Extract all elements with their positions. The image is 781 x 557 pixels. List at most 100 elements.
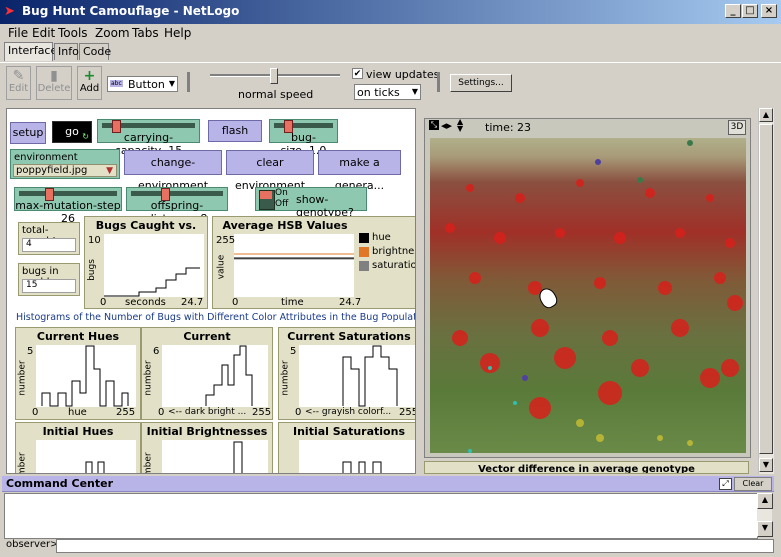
tab-info[interactable]: Info	[54, 43, 79, 60]
menu-tools[interactable]: Tools	[58, 26, 88, 40]
initial-brightnesses-plot[interactable]: Initial Brightnesses number	[141, 422, 273, 473]
legend-swatch	[359, 233, 369, 243]
histogram-caption: Histograms of the Number of Bugs with Di…	[16, 312, 416, 323]
plot-area	[36, 440, 136, 473]
scroll-down-button[interactable]: ▼	[757, 521, 773, 537]
menu-zoom[interactable]: Zoom	[95, 26, 130, 40]
bugs-caught-plot[interactable]: Bugs Caught vs. Ti... 10 bugs 0 seconds …	[84, 216, 208, 309]
plot-area	[299, 345, 415, 407]
plot-area	[104, 234, 204, 297]
environment-value: poppyfield.jpg ▼	[13, 164, 117, 177]
minimize-button[interactable]: _	[725, 4, 741, 18]
show-genotype-switch[interactable]: On Off show-genotype?	[255, 187, 367, 219]
chevron-down-icon: ▼	[168, 79, 175, 88]
max-mutation-step-slider[interactable]: max-mutation-step 26	[14, 187, 122, 225]
output-scrollbar[interactable]: ▲ ▼	[757, 493, 773, 537]
window-title: Bug Hunt Camouflage - NetLogo	[22, 4, 240, 18]
current-hues-plot[interactable]: Current Hues 5 number 0 hue 255	[15, 327, 141, 420]
chevron-down-icon: ▼	[411, 87, 418, 96]
poppyfield-image[interactable]	[430, 138, 746, 453]
trash-icon: ▮	[50, 68, 58, 84]
edit-button[interactable]: ✎ Edit	[6, 66, 31, 100]
tab-strip: Interface Info Code	[0, 42, 781, 62]
menu-edit[interactable]: Edit	[32, 26, 55, 40]
hues-histogram	[41, 345, 129, 407]
observer-prompt[interactable]: observer>	[6, 539, 59, 550]
initial-hues-plot[interactable]: Initial Hues number	[15, 422, 141, 473]
clear-button[interactable]: Clear	[734, 477, 772, 491]
flash-button[interactable]: flash	[208, 120, 262, 142]
expand-icon[interactable]: ⤢	[719, 478, 732, 490]
menu-tabs[interactable]: Tabs	[132, 26, 159, 40]
speed-slider-knob[interactable]	[270, 68, 278, 84]
interface-panel: setup go ↻ carrying-capacity 15 flash bu…	[6, 108, 416, 474]
make-generation-button[interactable]: make a genera...	[318, 150, 401, 192]
maximize-button[interactable]: □	[742, 4, 758, 18]
tab-code[interactable]: Code	[79, 43, 111, 60]
plot-area	[299, 440, 415, 473]
current-saturations-plot[interactable]: Current Saturations 5 number 0 <-- grayi…	[278, 327, 415, 420]
plot-area	[162, 345, 268, 407]
plus-icon: +	[83, 68, 96, 84]
view-updates-checkbox[interactable]: ✔	[352, 68, 363, 79]
netlogo-logo-icon: ➤	[4, 4, 15, 19]
legend-swatch	[359, 261, 369, 271]
carrying-capacity-slider[interactable]: carrying-capacity 15	[97, 119, 200, 157]
interface-scrollbar[interactable]: ▲ ▼	[758, 108, 774, 474]
vector-difference-plot-title: Vector difference in average genotype	[424, 461, 749, 474]
bugs-caught-line	[104, 267, 200, 297]
initial-saturations-plot[interactable]: Initial Saturations	[278, 422, 415, 473]
offspring-distance-slider[interactable]: offspring-distance 8	[126, 187, 228, 225]
go-button[interactable]: go ↻	[52, 121, 92, 143]
hsb-lines	[234, 253, 354, 260]
pencil-icon: ✎	[12, 68, 25, 84]
current-brightnesses-plot[interactable]: Current Brightnesses 6 number 0 <-- dark…	[141, 327, 273, 420]
menu-file[interactable]: File	[8, 26, 28, 40]
command-center-header: Command Center ⤢ Clear	[2, 476, 774, 492]
add-button[interactable]: + Add	[77, 66, 102, 100]
bug-size-slider[interactable]: bug-size 1.0	[269, 119, 338, 157]
average-hsb-plot[interactable]: Average HSB Values 255 value 0 time 24.7…	[212, 216, 415, 309]
total-caught-monitor: total-caught 4	[18, 222, 80, 255]
settings-button[interactable]: Settings...	[450, 74, 512, 92]
environment-chooser[interactable]: environment poppyfield.jpg ▼	[10, 149, 120, 179]
arrows-horizontal-icon[interactable]: ◂▸	[441, 119, 452, 132]
tick-counter: time: 23	[485, 121, 532, 134]
plot-area	[234, 234, 354, 297]
zoom-icon[interactable]: ⤡	[429, 120, 439, 130]
speed-label: normal speed	[238, 88, 314, 101]
toolbar-separator	[187, 72, 190, 92]
delete-button[interactable]: ▮ Delete	[36, 66, 72, 100]
scroll-up-button[interactable]: ▲	[759, 108, 773, 122]
chevron-down-icon: ▼	[106, 166, 113, 176]
scroll-down-button[interactable]: ▼	[759, 458, 773, 472]
command-center: Command Center ⤢ Clear ▲ ▼ observer>	[2, 476, 774, 554]
setup-button[interactable]: setup	[10, 122, 46, 144]
command-output[interactable]	[4, 493, 758, 539]
forever-icon: ↻	[82, 132, 89, 141]
plot-area	[36, 345, 136, 407]
poppy-field-texture	[445, 140, 743, 453]
title-bar: ➤ Bug Hunt Camouflage - NetLogo _ □ ×	[0, 0, 781, 24]
scroll-thumb[interactable]	[759, 124, 773, 454]
command-input[interactable]	[56, 539, 774, 553]
widget-type-select[interactable]: abc Button ▼	[107, 76, 178, 92]
3d-button[interactable]: 3D	[728, 120, 746, 135]
plot-area	[162, 440, 268, 473]
legend-swatch	[359, 247, 369, 257]
update-mode-select[interactable]: on ticks ▼	[354, 84, 421, 100]
menu-help[interactable]: Help	[164, 26, 191, 40]
change-environment-button[interactable]: change-environment	[124, 150, 222, 192]
toolbar-separator	[437, 72, 440, 92]
clear-environment-button[interactable]: clear environment	[226, 150, 314, 192]
menu-bar: File Edit Tools Zoom Tabs Help	[0, 24, 781, 42]
saturation-histogram	[342, 345, 398, 407]
brightness-histogram	[205, 345, 253, 406]
close-button[interactable]: ×	[761, 4, 777, 18]
world-view: ⤡ ◂▸ ▲ ▼ time: 23 3D	[424, 118, 751, 458]
switch-handle	[260, 191, 272, 199]
view-toolbar: ⤡ ◂▸ ▲ ▼ time: 23 3D	[425, 118, 750, 136]
scroll-up-button[interactable]: ▲	[757, 493, 773, 509]
arrows-vertical-icon[interactable]: ▲ ▼	[457, 118, 463, 133]
tab-interface[interactable]: Interface	[4, 42, 57, 61]
